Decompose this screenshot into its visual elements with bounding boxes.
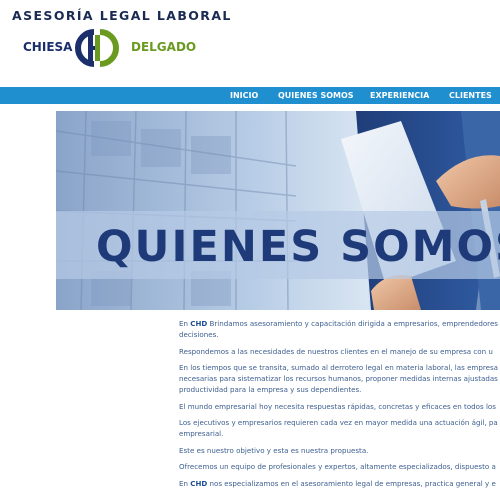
logo-text-chiesa: CHIESA: [23, 40, 73, 54]
site-title: ASESORÍA LEGAL LABORAL: [12, 8, 232, 23]
hero-banner: QUIENES SOMOS: [56, 111, 500, 310]
page: ASESORÍA LEGAL LABORAL CHIESA DELGADO IN…: [0, 0, 500, 500]
brand-name: CHD: [190, 319, 208, 328]
text-line: En los tiempos que se transita, sumado a…: [179, 363, 499, 372]
text-line: empresarial.: [179, 429, 224, 438]
text-line: Este es nuestro objetivo y esta es nuest…: [179, 445, 369, 455]
main-navbar: INICIO QUIENES SOMOS EXPERIENCIA CLIENTE…: [0, 87, 500, 104]
text-line: necesarias para sistematizar los recurso…: [179, 374, 498, 383]
logo-text-delgado: DELGADO: [131, 40, 197, 54]
text-line: Los ejecutivos y empresarios requieren c…: [179, 418, 498, 427]
text-line: En CHD Brindamos asesoramiento y capacit…: [179, 319, 499, 328]
about-content: En CHD Brindamos asesoramiento y capacit…: [179, 318, 500, 500]
text-line: Ofrecemos un equipo de profesionales y e…: [179, 462, 496, 471]
text-line: Respondemos a las necesidades de nuestro…: [179, 346, 493, 356]
brand-name: CHD: [190, 478, 208, 488]
paragraph-specialization: En CHD nos especializamos en el asesoram…: [179, 478, 500, 489]
company-logo[interactable]: CHIESA DELGADO: [20, 28, 196, 68]
text-line: El mundo empresarial hoy necesita respue…: [179, 401, 496, 411]
text-line: decisiones.: [179, 330, 219, 339]
paragraph-team: Ofrecemos un equipo de profesionales y e…: [179, 461, 500, 472]
hero-title: QUIENES SOMOS: [96, 222, 500, 272]
text-line: productividad para la empresa y sus depe…: [179, 385, 362, 394]
nav-item-experiencia[interactable]: EXPERIENCIA: [370, 87, 429, 104]
text-line: En CHD nos especializamos en el asesoram…: [179, 478, 496, 488]
chd-monogram-icon: [70, 29, 124, 67]
paragraph-business-world: El mundo empresarial hoy necesita respue…: [179, 401, 500, 412]
nav-item-quienes-somos[interactable]: QUIENES SOMOS: [278, 87, 354, 104]
nav-item-inicio[interactable]: INICIO: [230, 87, 258, 104]
paragraph-intro: En CHD Brindamos asesoramiento y capacit…: [179, 318, 500, 340]
paragraph-needs: Respondemos a las necesidades de nuestro…: [179, 346, 500, 357]
paragraph-objective: Este es nuestro objetivo y esta es nuest…: [179, 445, 500, 456]
paragraph-executives: Los ejecutivos y empresarios requieren c…: [179, 417, 500, 439]
paragraph-context: En los tiempos que se transita, sumado a…: [179, 362, 500, 395]
nav-item-clientes[interactable]: CLIENTES: [449, 87, 492, 104]
